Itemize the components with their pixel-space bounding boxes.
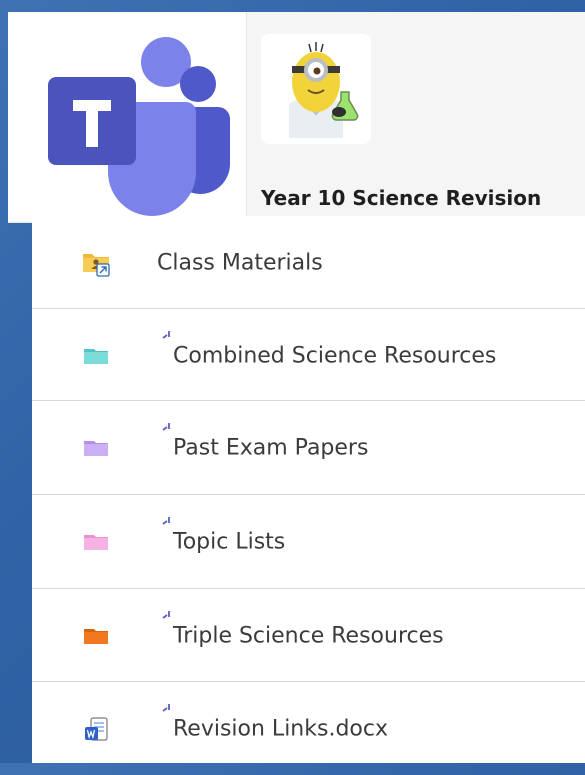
folder-icon <box>82 528 110 556</box>
shared-folder-icon <box>82 249 110 277</box>
minion-scientist-avatar <box>261 34 371 144</box>
file-name: Triple Science Resources <box>173 623 444 648</box>
list-item-revision-links-docx[interactable]: Revision Links.docx <box>32 681 585 775</box>
folder-icon <box>82 342 110 370</box>
new-indicator-icon <box>162 611 170 619</box>
file-name: Revision Links.docx <box>173 716 388 741</box>
list-item-combined-science-resources[interactable]: Combined Science Resources <box>32 308 585 402</box>
file-name: Combined Science Resources <box>173 343 497 368</box>
folder-icon <box>82 434 110 462</box>
word-document-icon <box>82 715 110 743</box>
file-name: Past Exam Papers <box>173 435 369 460</box>
microsoft-teams-logo <box>8 12 247 222</box>
new-indicator-icon <box>162 704 170 712</box>
file-name: Class Materials <box>157 250 323 275</box>
new-indicator-icon <box>162 423 170 431</box>
new-indicator-icon <box>162 331 170 339</box>
list-item-topic-lists[interactable]: Topic Lists <box>32 494 585 588</box>
folder-icon <box>82 622 110 650</box>
team-avatar[interactable] <box>261 34 371 144</box>
list-item-class-materials[interactable]: Class Materials <box>32 216 585 309</box>
list-item-past-exam-papers[interactable]: Past Exam Papers <box>32 400 585 494</box>
file-list: Class Materials Combined Science Resourc… <box>32 216 585 763</box>
file-name: Topic Lists <box>173 529 286 554</box>
new-indicator-icon <box>162 517 170 525</box>
list-item-triple-science-resources[interactable]: Triple Science Resources <box>32 588 585 682</box>
team-header: Year 10 Science Revision <box>8 12 585 223</box>
team-name: Year 10 Science Revision <box>261 186 542 210</box>
